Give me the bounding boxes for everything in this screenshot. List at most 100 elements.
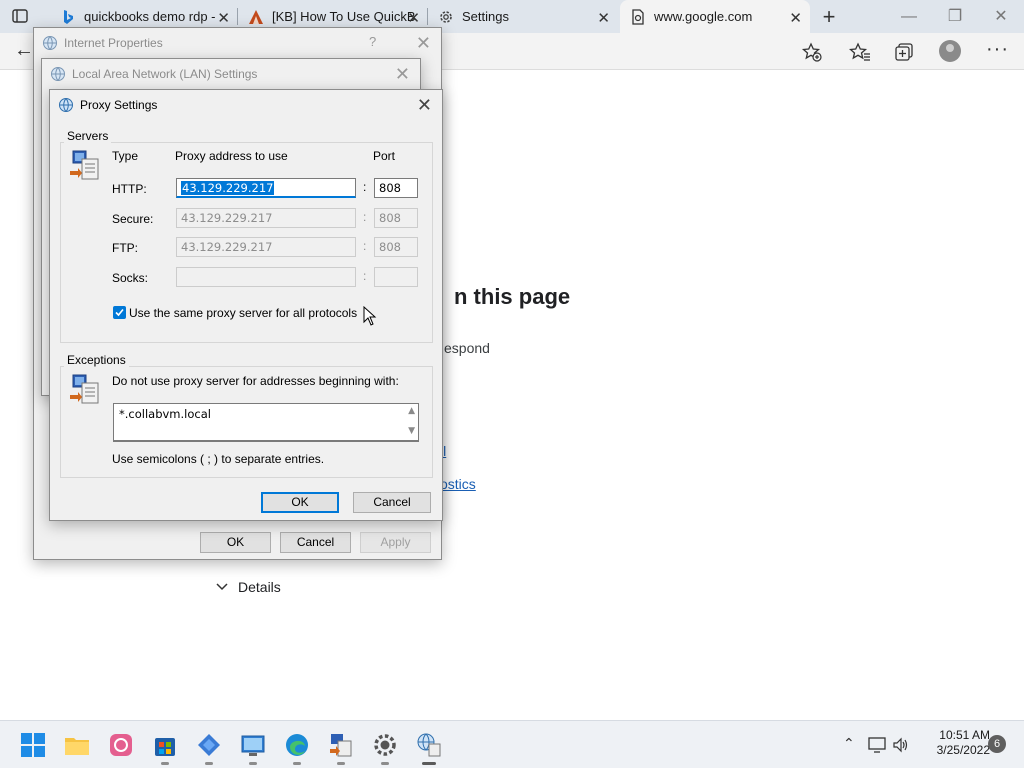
- close-icon[interactable]: ✕: [217, 9, 230, 27]
- exceptions-textarea[interactable]: *.collabvm.local ▲ ▼: [113, 403, 419, 442]
- apply-button[interactable]: Apply: [360, 532, 431, 553]
- http-address-value: 43.129.229.217: [181, 181, 275, 195]
- more-options-icon[interactable]: ···: [986, 38, 1009, 61]
- socks-address-input[interactable]: [176, 267, 356, 287]
- ftp-port-input[interactable]: 808: [374, 237, 418, 257]
- details-label: Details: [238, 579, 281, 595]
- app-running-indicator: [205, 762, 213, 765]
- dialog-title: Proxy Settings: [80, 98, 158, 112]
- tab-settings[interactable]: Settings ✕: [428, 0, 618, 33]
- app-running-indicator: [381, 762, 389, 765]
- colon-separator: :: [363, 180, 367, 194]
- ftp-address-input[interactable]: 43.129.229.217: [176, 237, 356, 257]
- http-address-input[interactable]: 43.129.229.217: [176, 178, 356, 198]
- tab-label: Settings: [462, 9, 509, 24]
- app-running-indicator: [249, 762, 257, 765]
- servers-group-label: Servers: [64, 129, 112, 143]
- dialog-titlebar: Proxy Settings: [50, 90, 442, 120]
- same-proxy-checkbox[interactable]: [113, 306, 126, 319]
- app-running-indicator: [293, 762, 301, 765]
- notification-badge[interactable]: 6: [988, 735, 1006, 753]
- exceptions-group-label: Exceptions: [64, 353, 129, 367]
- taskbar-clock[interactable]: 10:51 AM 3/25/2022: [920, 728, 990, 758]
- profile-avatar[interactable]: [939, 40, 961, 62]
- help-button[interactable]: ?: [369, 34, 376, 49]
- page-error-icon: [632, 8, 644, 25]
- tab-google[interactable]: www.google.com ✕: [620, 0, 810, 33]
- exceptions-computer-icon: [70, 374, 99, 404]
- dialog-titlebar: Internet Properties: [34, 28, 441, 58]
- file-explorer-icon[interactable]: [64, 732, 90, 758]
- gear-icon: [440, 10, 452, 23]
- chevron-up-icon[interactable]: ⌃: [843, 735, 855, 752]
- internet-options-icon: [59, 98, 73, 112]
- taskbar: ⌃: [0, 720, 1024, 768]
- favorites-icon[interactable]: [849, 41, 871, 63]
- tab-label: [KB] How To Use QuickB: [272, 9, 416, 24]
- mouse-cursor-icon: [363, 306, 377, 326]
- restore-button[interactable]: ❐: [932, 0, 978, 33]
- close-icon[interactable]: ✕: [407, 9, 420, 27]
- control-panel-icon[interactable]: [240, 732, 266, 758]
- volume-icon[interactable]: [892, 737, 910, 753]
- socks-label: Socks:: [112, 271, 149, 285]
- edge-icon[interactable]: [284, 732, 310, 758]
- exceptions-hint: Use semicolons ( ; ) to separate entries…: [112, 452, 325, 466]
- secure-label: Secure:: [112, 212, 154, 226]
- close-icon[interactable]: ✕: [416, 33, 431, 54]
- cancel-button[interactable]: Cancel: [280, 532, 351, 553]
- details-toggle[interactable]: Details: [216, 579, 281, 595]
- settings-icon[interactable]: [372, 732, 398, 758]
- internet-options-icon: [43, 36, 57, 50]
- page-link[interactable]: ostics: [440, 476, 476, 492]
- add-favorite-icon[interactable]: [801, 41, 823, 63]
- ok-button[interactable]: OK: [200, 532, 271, 553]
- secure-port-input[interactable]: 808: [374, 208, 418, 228]
- close-icon[interactable]: ✕: [789, 9, 802, 27]
- exceptions-value: *.collabvm.local: [119, 407, 211, 421]
- scroll-down-arrow-icon[interactable]: ▼: [408, 426, 415, 436]
- socks-port-input[interactable]: [374, 267, 418, 287]
- page-text: espond: [444, 340, 490, 356]
- chevron-down-icon: [216, 583, 228, 591]
- minimize-button[interactable]: —: [886, 0, 932, 33]
- app-running-indicator: [161, 762, 169, 765]
- new-tab-button[interactable]: +: [816, 4, 842, 30]
- bing-icon: [64, 9, 73, 24]
- exceptions-description: Do not use proxy server for addresses be…: [112, 374, 399, 388]
- secure-address-input[interactable]: 43.129.229.217: [176, 208, 356, 228]
- close-icon[interactable]: ✕: [395, 64, 410, 85]
- copilot-icon[interactable]: [196, 732, 222, 758]
- dialog-title: Internet Properties: [64, 36, 163, 50]
- network-icon[interactable]: [868, 737, 886, 753]
- dialog-title: Local Area Network (LAN) Settings: [72, 67, 258, 81]
- ftp-label: FTP:: [112, 241, 138, 255]
- app-active-indicator: [422, 762, 436, 765]
- store-icon[interactable]: [152, 732, 178, 758]
- collections-icon[interactable]: [893, 41, 915, 63]
- scroll-up-arrow-icon[interactable]: ▲: [408, 406, 415, 416]
- back-arrow-icon[interactable]: ←: [14, 39, 34, 62]
- network-admin-icon[interactable]: [328, 732, 354, 758]
- page-heading: n this page: [454, 284, 571, 309]
- kb-icon: [249, 9, 263, 24]
- http-label: HTTP:: [112, 182, 147, 196]
- tab-actions-icon[interactable]: [12, 8, 28, 24]
- tab-label: www.google.com: [654, 9, 753, 24]
- start-icon[interactable]: [20, 732, 46, 758]
- cancel-button[interactable]: Cancel: [353, 492, 431, 513]
- photos-icon[interactable]: [108, 732, 134, 758]
- type-column-header: Type: [112, 149, 139, 163]
- ok-button[interactable]: OK: [261, 492, 339, 513]
- internet-options-icon[interactable]: [416, 732, 442, 758]
- close-icon[interactable]: ✕: [597, 9, 610, 27]
- clock-time: 10:51 AM: [939, 728, 990, 742]
- http-port-input[interactable]: 808: [374, 178, 418, 198]
- same-proxy-label[interactable]: Use the same proxy server for all protoc…: [129, 306, 357, 320]
- colon-separator: :: [363, 210, 367, 224]
- app-running-indicator: [337, 762, 345, 765]
- window-close-button[interactable]: ✕: [978, 0, 1024, 33]
- close-icon[interactable]: ✕: [417, 95, 432, 116]
- clock-date: 3/25/2022: [936, 743, 990, 757]
- address-column-header: Proxy address to use: [175, 149, 288, 163]
